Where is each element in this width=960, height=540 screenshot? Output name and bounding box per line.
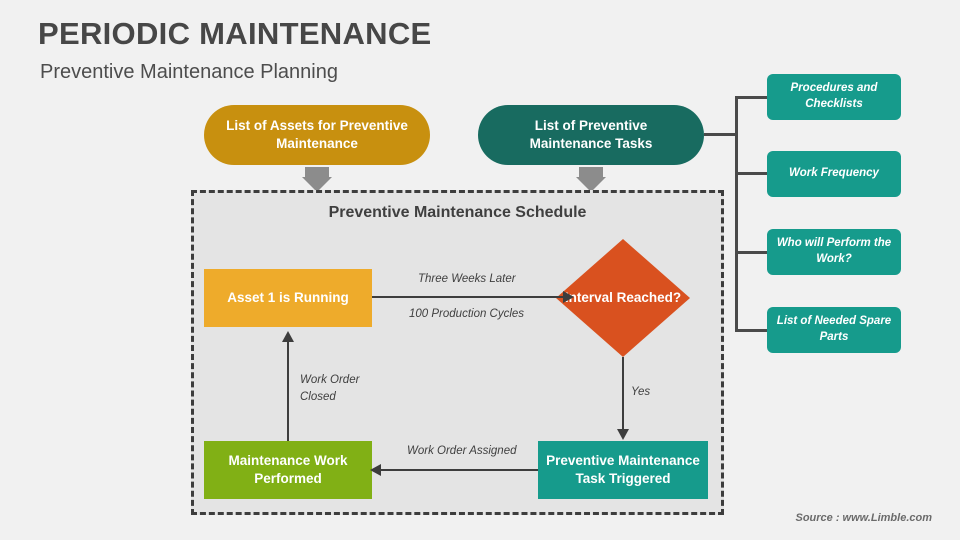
bracket-stub-4 xyxy=(735,329,767,332)
node-maintenance-work-performed: Maintenance Work Performed xyxy=(204,441,372,499)
connector-asset-to-interval xyxy=(372,296,565,298)
node-pm-task-triggered: Preventive Maintenance Task Triggered xyxy=(538,441,708,499)
node-asset-1-is-running: Asset 1 is Running xyxy=(204,269,372,327)
bracket-lead-line xyxy=(704,133,738,136)
node-who-will-perform-the-work: Who will Perform the Work? xyxy=(767,229,901,275)
arrow-head-icon-asset-to-interval xyxy=(563,291,574,303)
node-interval-reached: Interval Reached? xyxy=(556,239,690,357)
source-attribution: Source : www.Limble.com xyxy=(795,512,932,524)
node-list-of-pm-tasks: List of Preventive Maintenance Tasks xyxy=(478,105,704,165)
bracket-stub-1 xyxy=(735,96,767,99)
edge-label-yes: Yes xyxy=(631,386,651,398)
edge-label-production-cycles: 100 Production Cycles xyxy=(409,308,525,320)
connector-task-to-maintenance xyxy=(380,469,538,471)
arrow-head-icon-interval-to-task xyxy=(617,429,629,440)
node-list-of-assets: List of Assets for Preventive Maintenanc… xyxy=(204,105,430,165)
node-work-frequency: Work Frequency xyxy=(767,151,901,197)
edge-label-work-order-closed: Work Order Closed xyxy=(300,374,360,404)
edge-label-work-order-assigned: Work Order Assigned xyxy=(407,445,517,457)
connector-maintenance-to-asset xyxy=(287,340,289,441)
page-subtitle: Preventive Maintenance Planning xyxy=(40,61,338,83)
node-list-of-needed-spare-parts: List of Needed Spare Parts xyxy=(767,307,901,353)
page-title: PERIODIC MAINTENANCE xyxy=(38,16,432,51)
connector-interval-to-task xyxy=(622,357,624,431)
slide-canvas: PERIODIC MAINTENANCE Preventive Maintena… xyxy=(0,0,960,540)
bracket-stub-2 xyxy=(735,172,767,175)
arrow-head-icon-task-to-maintenance xyxy=(370,464,381,476)
edge-label-three-weeks-later: Three Weeks Later xyxy=(418,273,516,285)
bracket-stub-3 xyxy=(735,251,767,254)
diamond-label: Interval Reached? xyxy=(564,289,682,305)
arrow-head-icon-maintenance-to-asset xyxy=(282,331,294,342)
node-procedures-and-checklists: Procedures and Checklists xyxy=(767,74,901,120)
schedule-panel-title: Preventive Maintenance Schedule xyxy=(328,204,587,221)
bracket-spine xyxy=(735,97,738,332)
